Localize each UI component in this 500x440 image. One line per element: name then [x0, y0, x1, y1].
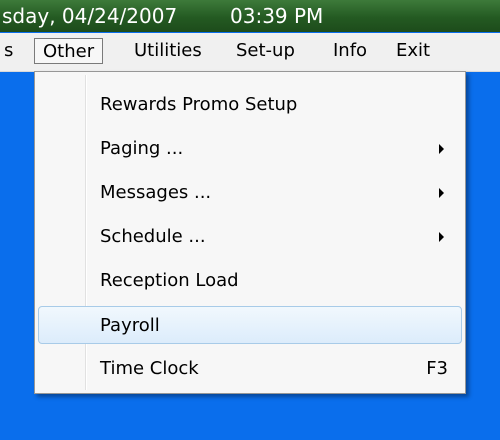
menu-option-label: Schedule ...	[100, 226, 206, 247]
menu-item-setup[interactable]: Set-up	[236, 38, 295, 64]
menu-item-info[interactable]: Info	[333, 38, 367, 64]
menu-option-reception-load[interactable]: Reception Load	[38, 262, 462, 300]
time-display: 03:39 PM	[230, 4, 324, 28]
menu-item-truncated[interactable]: s	[4, 38, 13, 64]
menu-option-payroll[interactable]: Payroll	[38, 306, 462, 344]
menu-option-schedule[interactable]: Schedule ...	[38, 218, 462, 256]
menu-item-utilities[interactable]: Utilities	[134, 38, 202, 64]
date-display: sday, 04/24/2007	[2, 4, 178, 28]
submenu-arrow-icon	[439, 232, 444, 242]
shortcut-key: F3	[426, 358, 448, 379]
menu-option-label: Payroll	[100, 315, 160, 336]
menu-option-label: Reception Load	[100, 270, 239, 291]
menu-option-paging[interactable]: Paging ...	[38, 130, 462, 168]
menu-option-label: Rewards Promo Setup	[100, 94, 298, 115]
menu-option-label: Messages ...	[100, 182, 212, 203]
title-bar: sday, 04/24/2007 03:39 PM	[0, 0, 500, 32]
menu-item-other[interactable]: Other	[34, 38, 104, 64]
menu-option-messages[interactable]: Messages ...	[38, 174, 462, 212]
submenu-arrow-icon	[439, 144, 444, 154]
menu-bar: s Other Utilities Set-up Info Exit	[0, 33, 500, 72]
other-dropdown-menu: Rewards Promo Setup Paging ... Messages …	[34, 71, 466, 394]
menu-option-label: Time Clock	[100, 358, 199, 379]
menu-option-rewards-promo-setup[interactable]: Rewards Promo Setup	[38, 86, 462, 124]
menu-option-label: Paging ...	[100, 138, 184, 159]
menu-option-time-clock[interactable]: Time Clock F3	[38, 350, 462, 388]
submenu-arrow-icon	[439, 188, 444, 198]
menu-item-exit[interactable]: Exit	[396, 38, 430, 64]
